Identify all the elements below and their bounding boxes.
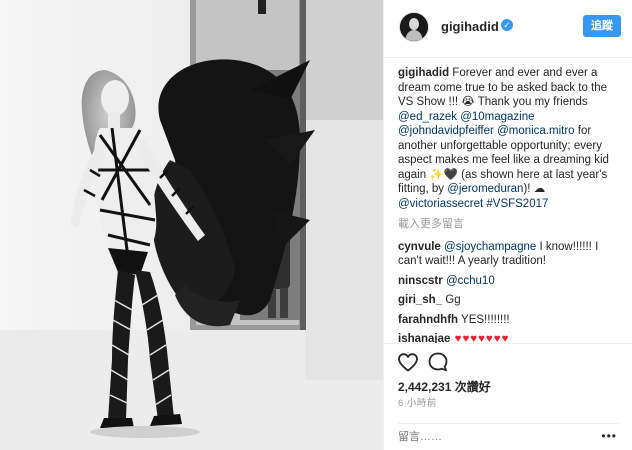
comment-username[interactable]: ninscstr — [398, 275, 443, 287]
verified-badge-icon: ✓ — [501, 19, 513, 31]
comment-text: Gg — [442, 294, 461, 306]
post-sidebar: gigihadid ✓ 追蹤 gigihadid Forever and eve… — [383, 0, 632, 450]
mention-link[interactable]: @ed_razek — [398, 111, 457, 123]
post-photo[interactable] — [0, 0, 383, 450]
load-more-comments-button[interactable]: 載入更多留言 — [398, 217, 624, 232]
heart-icon[interactable] — [396, 350, 420, 374]
mention-link[interactable]: @sjoychampagne — [444, 241, 536, 253]
mention-link[interactable]: @jeromeduran — [447, 183, 523, 195]
comment-username[interactable]: farahndhfh — [398, 314, 458, 326]
cloud-emoji-icon: ☁ — [533, 183, 546, 195]
comment-item: ninscstr @cchu10 — [398, 274, 624, 289]
avatar[interactable] — [399, 12, 429, 42]
hashtag-link[interactable]: #VSFS2017 — [486, 198, 548, 210]
post-author-username[interactable]: gigihadid — [441, 19, 499, 34]
sparkle-heart-emoji-icon: ✨🖤 — [429, 168, 458, 181]
post-timestamp[interactable]: 6 小時前 — [398, 395, 437, 409]
caption-text: )! — [523, 183, 534, 195]
more-options-icon[interactable]: ••• — [601, 429, 617, 443]
mention-link[interactable]: @10magazine — [460, 111, 534, 123]
fashion-photo-image — [0, 0, 383, 450]
add-comment-bar: ••• — [398, 423, 619, 449]
comment-item: cynvule @sjoychampagne I know!!!!!! I ca… — [398, 240, 624, 269]
comment-icon[interactable] — [426, 350, 450, 374]
crying-emoji-icon: 😭 — [461, 96, 475, 108]
mention-link[interactable]: @johndavidpfeiffer — [398, 125, 494, 137]
comment-item: giri_sh_ Gg — [398, 293, 624, 308]
mention-link[interactable]: @victoriassecret — [398, 198, 483, 210]
heart-emojis: ♥♥♥♥♥♥♥ — [450, 333, 510, 343]
likes-count[interactable]: 2,442,231 次讚好 — [398, 378, 491, 395]
caption-username[interactable]: gigihadid — [398, 67, 449, 79]
mention-link[interactable]: @monica.mitro — [497, 125, 575, 137]
comment-username[interactable]: giri_sh_ — [398, 294, 442, 306]
post-header: gigihadid ✓ 追蹤 — [384, 0, 632, 58]
comment-item: farahndhfh YES!!!!!!!! — [398, 313, 624, 328]
post-caption: gigihadid Forever and ever and ever a dr… — [398, 66, 624, 211]
follow-button[interactable]: 追蹤 — [583, 15, 621, 37]
comments-list[interactable]: gigihadid Forever and ever and ever a dr… — [398, 66, 624, 343]
post-actions: 2,442,231 次讚好 6 小時前 ••• — [384, 343, 632, 450]
comment-username[interactable]: cynvule — [398, 241, 441, 253]
comment-text: YES!!!!!!!! — [458, 313, 510, 326]
caption-text: Thank you my friends — [474, 96, 588, 108]
avatar-image — [400, 13, 428, 41]
mention-link[interactable]: @cchu10 — [446, 275, 495, 287]
comment-input[interactable] — [398, 427, 588, 447]
comment-username[interactable]: ishanajae — [398, 333, 450, 343]
comment-item: ishanajae ♥♥♥♥♥♥♥ — [398, 332, 624, 343]
